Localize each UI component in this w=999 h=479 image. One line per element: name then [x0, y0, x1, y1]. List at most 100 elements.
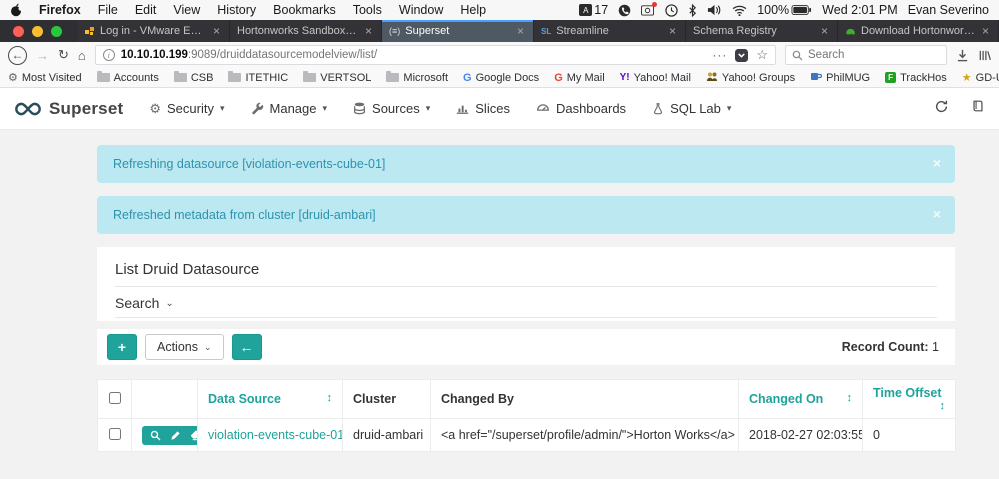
alert-close-icon[interactable]: × — [933, 155, 941, 171]
refresh-circle-icon[interactable] — [934, 99, 949, 119]
actions-dropdown-button[interactable]: Actions ⌄ — [145, 334, 224, 360]
home-button[interactable]: ⌂ — [78, 48, 86, 63]
tab-schema-registry[interactable]: Schema Registry × — [686, 20, 838, 42]
column-header-time-offset[interactable]: Time Offset ↕ — [862, 379, 956, 419]
changed-on-cell: 2018-02-27 02:03:55 — [738, 418, 863, 452]
photos-icon[interactable] — [641, 2, 658, 16]
search-accordion[interactable]: Search ⌄ — [115, 287, 937, 318]
bookmark-yahoo-mail[interactable]: Y! Yahoo! Mail — [620, 72, 691, 84]
viber-icon[interactable] — [618, 4, 631, 17]
superset-brand[interactable]: Superset — [14, 99, 123, 119]
sort-icon[interactable]: ↕ — [940, 400, 946, 412]
zoom-window-button[interactable] — [51, 25, 62, 37]
column-header-changed-on[interactable]: Changed On ↕ — [738, 379, 863, 419]
datasource-link[interactable]: violation-events-cube-01 — [208, 428, 342, 442]
tab-close-icon[interactable]: × — [363, 24, 374, 38]
bookmark-philmug[interactable]: PhilMUG — [810, 71, 870, 85]
superset-favicon: (≡) — [389, 26, 401, 36]
tab-close-icon[interactable]: × — [980, 24, 991, 38]
menu-help[interactable]: Help — [460, 3, 486, 17]
pocket-icon[interactable] — [735, 48, 749, 62]
column-header-cluster[interactable]: Cluster — [342, 379, 431, 419]
nav-dashboards[interactable]: Dashboards — [536, 101, 626, 116]
flask-icon — [652, 102, 664, 115]
downloads-icon[interactable] — [956, 49, 969, 62]
bookmark-vertsol[interactable]: VERTSOL — [303, 71, 371, 84]
bookmark-star-icon[interactable]: ☆ — [756, 47, 768, 63]
app-badge-icon: A — [579, 4, 593, 16]
forward-button[interactable]: → — [36, 48, 49, 63]
menu-edit[interactable]: Edit — [135, 3, 157, 17]
menu-bookmarks[interactable]: Bookmarks — [273, 3, 336, 17]
reload-button[interactable]: ↻ — [58, 47, 69, 63]
bookmark-most-visited[interactable]: ⚙ Most Visited — [8, 71, 82, 85]
row-checkbox[interactable] — [108, 427, 121, 440]
nav-manage[interactable]: Manage ▾ — [251, 101, 327, 116]
nav-slices[interactable]: Slices — [456, 101, 510, 116]
minimize-window-button[interactable] — [32, 25, 43, 37]
add-record-button[interactable]: + — [107, 334, 137, 360]
library-icon[interactable] — [978, 49, 991, 62]
tab-superset-active[interactable]: (≡) Superset × — [382, 20, 534, 42]
bookmark-my-mail[interactable]: G My Mail — [554, 72, 604, 84]
cluster-cell: druid-ambari — [342, 418, 431, 452]
menu-file[interactable]: File — [98, 3, 118, 17]
folder-icon — [386, 71, 400, 82]
time-machine-icon[interactable] — [665, 3, 678, 17]
bookmark-itethic[interactable]: ITETHIC — [228, 71, 288, 84]
wifi-icon[interactable] — [732, 5, 747, 16]
bookmark-google-docs[interactable]: G Google Docs — [463, 72, 539, 84]
browser-toolbar: ← → ↻ ⌂ i 10.10.10.199:9089/druiddatasou… — [0, 42, 999, 68]
browser-search-box[interactable] — [785, 45, 947, 65]
menu-view[interactable]: View — [173, 3, 200, 17]
nav-sources[interactable]: Sources ▾ — [353, 101, 430, 116]
nav-security[interactable]: ⚙ Security ▾ — [149, 101, 224, 117]
tab-vmware-esxi[interactable]: Log in - VMware ESXi × — [78, 20, 230, 42]
bookmark-trackhos[interactable]: F TrackHos — [885, 72, 947, 84]
bookmark-accounts[interactable]: Accounts — [96, 71, 159, 84]
search-input[interactable] — [808, 49, 940, 61]
show-record-icon[interactable] — [150, 430, 161, 441]
bluetooth-icon[interactable] — [688, 3, 697, 17]
menu-firefox[interactable]: Firefox — [39, 3, 81, 17]
tab-close-icon[interactable]: × — [515, 24, 526, 38]
notification-count[interactable]: A 17 — [579, 3, 608, 17]
tab-close-icon[interactable]: × — [211, 24, 222, 38]
url-bar[interactable]: i 10.10.10.199:9089/druiddatasourcemodel… — [94, 45, 776, 65]
bookmark-yahoo-groups[interactable]: Yahoo! Groups — [706, 71, 795, 85]
sort-icon[interactable]: ↕ — [847, 392, 853, 404]
column-header-data-source[interactable]: Data Source ↕ — [197, 379, 343, 419]
tab-close-icon[interactable]: × — [819, 24, 830, 38]
bookmark-gd-united[interactable]: ★GD-United — [962, 71, 999, 85]
delete-record-icon[interactable] — [190, 430, 197, 441]
nav-sql-lab[interactable]: SQL Lab ▾ — [652, 101, 731, 116]
menubar-user[interactable]: Evan Severino — [908, 3, 989, 17]
select-all-checkbox[interactable] — [108, 391, 121, 404]
edit-record-icon[interactable] — [170, 430, 181, 441]
tab-streamline[interactable]: SL Streamline × — [534, 20, 686, 42]
battery-indicator[interactable]: 100% — [757, 3, 812, 17]
tab-download-hortonworks[interactable]: Download Hortonworks Data × — [838, 20, 999, 42]
menubar-clock[interactable]: Wed 2:01 PM — [822, 3, 898, 17]
alert-close-icon[interactable]: × — [933, 206, 941, 222]
bookmark-microsoft[interactable]: Microsoft — [386, 71, 448, 84]
column-header-changed-by[interactable]: Changed By — [430, 379, 739, 419]
tab-hortonworks-sandbox[interactable]: Hortonworks Sandbox HDF 3.0.2 × — [230, 20, 382, 42]
menu-window[interactable]: Window — [399, 3, 443, 17]
volume-icon[interactable] — [707, 4, 722, 16]
tab-close-icon[interactable]: × — [667, 24, 678, 38]
folder-icon — [173, 71, 187, 82]
page-title: List Druid Datasource — [115, 255, 937, 287]
gear-icon: ⚙ — [8, 72, 18, 84]
site-info-icon[interactable]: i — [102, 49, 115, 61]
back-button[interactable]: ← — [8, 45, 27, 65]
sort-icon[interactable]: ↕ — [327, 392, 333, 404]
documentation-book-icon[interactable] — [971, 99, 985, 118]
page-actions-icon[interactable]: ··· — [712, 48, 727, 62]
close-window-button[interactable] — [13, 25, 24, 37]
apple-menu-icon[interactable] — [10, 3, 22, 17]
menu-history[interactable]: History — [217, 3, 256, 17]
menu-tools[interactable]: Tools — [353, 3, 382, 17]
back-list-button[interactable]: ← — [231, 334, 262, 360]
bookmark-csb[interactable]: CSB — [173, 71, 213, 84]
